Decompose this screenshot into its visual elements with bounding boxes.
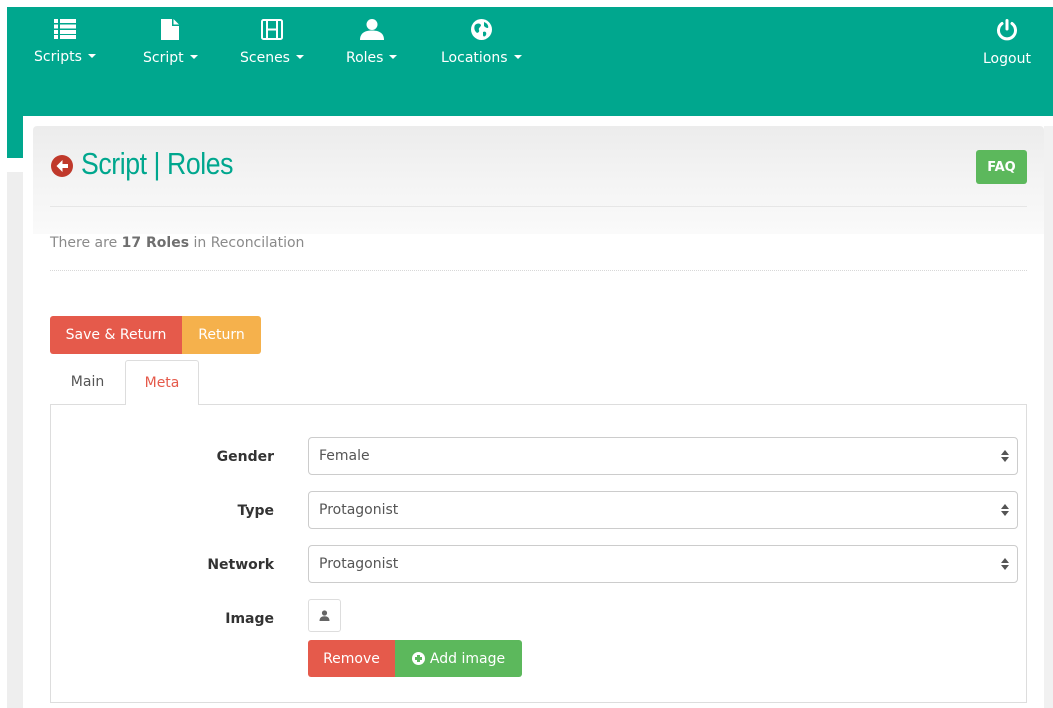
gender-select[interactable]: Female [308,437,1018,475]
top-navbar: Scripts Script Scenes Roles Locations Lo… [7,7,1053,116]
save-return-button[interactable]: Save & Return [50,316,182,354]
nav-scripts-label: Scripts [34,49,82,65]
nav-scenes[interactable]: Scenes [240,19,304,66]
return-button[interactable]: Return [182,316,261,354]
sidebar-rail [7,172,23,708]
scrollbar-track[interactable] [1044,126,1053,708]
network-value: Protagonist [319,556,399,572]
logout-label: Logout [983,51,1031,67]
logout-button[interactable]: Logout [983,19,1031,67]
roles-count: 17 Roles [121,235,190,251]
nav-script[interactable]: Script [143,19,198,66]
faq-button[interactable]: FAQ [976,150,1027,184]
remove-image-button[interactable]: Remove [308,640,395,677]
page-title: Script | Roles [81,146,234,181]
network-select[interactable]: Protagonist [308,545,1018,583]
image-preview [308,599,341,632]
user-icon [359,19,384,40]
caret-down-icon [389,55,398,59]
select-arrows-icon [1001,448,1009,464]
list-icon [53,19,76,39]
nav-roles-label: Roles [346,50,384,66]
nav-roles[interactable]: Roles [346,19,398,66]
info-suffix: in Reconcilation [193,235,305,251]
nav-scenes-label: Scenes [240,50,290,66]
panel-header: Script | Roles FAQ [33,126,1044,234]
sidebar-accent [7,116,23,158]
film-icon [260,19,283,40]
gender-value: Female [319,448,370,464]
caret-down-icon [295,55,304,59]
dotted-divider [50,270,1027,271]
document-icon [161,19,180,40]
type-value: Protagonist [319,502,399,518]
image-label: Image [225,611,274,627]
add-image-label: Add image [429,650,506,667]
nav-locations-label: Locations [441,50,508,66]
back-arrow-icon[interactable] [51,155,73,177]
select-arrows-icon [1001,556,1009,572]
main-panel: Script | Roles FAQ There are 17 Roles in… [33,126,1044,708]
power-icon [997,19,1017,41]
tab-main[interactable]: Main [50,360,125,404]
info-prefix: There are [50,235,118,251]
select-arrows-icon [1001,502,1009,518]
tab-meta[interactable]: Meta [125,360,199,405]
nav-locations[interactable]: Locations [441,19,522,66]
header-divider [50,206,1027,207]
add-image-button[interactable]: Add image [395,640,522,677]
type-label: Type [237,503,274,519]
gender-label: Gender [216,449,274,465]
caret-down-icon [189,55,198,59]
caret-down-icon [87,54,96,58]
globe-icon [470,19,492,40]
nav-script-label: Script [143,50,184,66]
type-select[interactable]: Protagonist [308,491,1018,529]
plus-circle-icon [411,652,425,665]
roles-count-info: There are 17 Roles in Reconcilation [50,235,304,251]
caret-down-icon [513,55,522,59]
network-label: Network [207,557,274,573]
nav-scripts[interactable]: Scripts [34,19,96,65]
user-placeholder-icon [319,610,330,621]
